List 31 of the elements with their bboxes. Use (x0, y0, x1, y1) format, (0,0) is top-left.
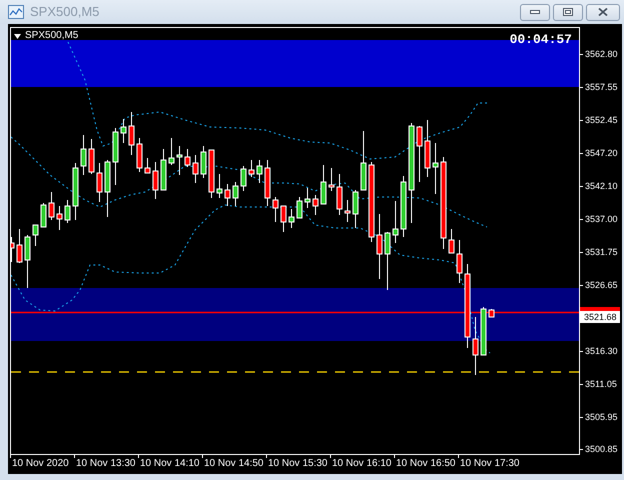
price-label: 3552.45 (585, 114, 618, 126)
chart-icon (8, 5, 24, 19)
price-label: 3547.20 (585, 147, 618, 159)
time-label: 10 Nov 13:30 (76, 458, 136, 470)
time-label: 10 Nov 2020 (12, 458, 70, 470)
current-price-label: 3521.68 (580, 311, 620, 323)
price-label: 3516.30 (585, 345, 618, 357)
close-icon (598, 8, 608, 16)
symbol-label: SPX500,M5 (25, 30, 78, 42)
price-label: 3505.95 (585, 411, 618, 423)
restore-button[interactable] (553, 4, 583, 20)
price-label: 3511.05 (585, 378, 617, 390)
time-label: 10 Nov 16:10 (332, 458, 392, 470)
time-label: 10 Nov 17:30 (460, 458, 520, 470)
countdown-timer: 00:04:57 (510, 32, 572, 47)
window-title: SPX500,M5 (30, 3, 100, 22)
time-label: 10 Nov 16:50 (396, 458, 456, 470)
minimize-button[interactable] (520, 4, 550, 20)
minimize-icon (530, 10, 540, 14)
time-label: 10 Nov 14:10 (140, 458, 200, 470)
price-label: 3542.10 (585, 180, 618, 192)
price-label: 3557.55 (585, 81, 618, 93)
close-button[interactable] (586, 4, 620, 20)
time-label: 10 Nov 14:50 (204, 458, 264, 470)
restore-icon (563, 8, 573, 16)
price-label: 3531.75 (585, 246, 618, 258)
time-label: 10 Nov 15:30 (268, 458, 328, 470)
price-label: 3562.80 (585, 48, 618, 60)
price-label: 3537.00 (585, 213, 618, 225)
price-label: 3526.65 (585, 279, 618, 291)
price-label: 3500.85 (585, 443, 618, 455)
